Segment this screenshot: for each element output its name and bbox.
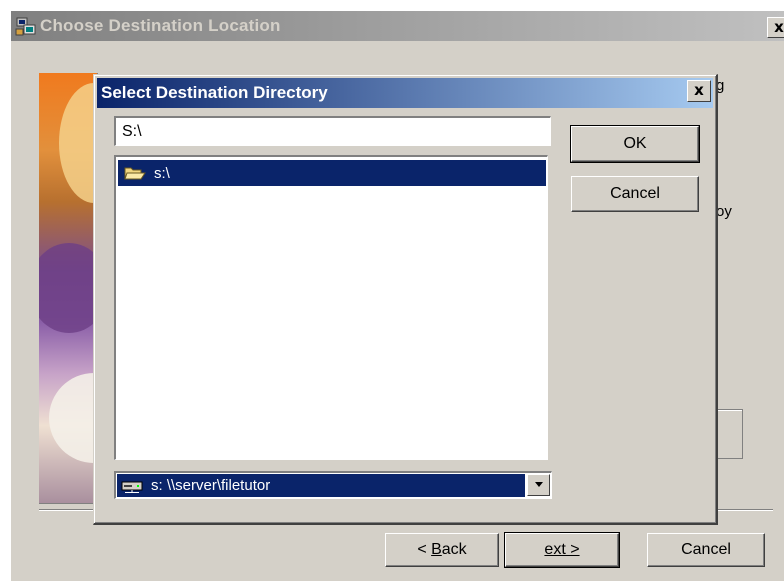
wizard-cancel-button[interactable]: Cancel bbox=[647, 533, 765, 567]
outer-window-title: Choose Destination Location bbox=[40, 16, 281, 35]
outer-close-button[interactable]: x bbox=[767, 17, 784, 38]
back-button[interactable]: < Back bbox=[385, 533, 499, 567]
dialog-cancel-label: Cancel bbox=[610, 185, 660, 202]
dialog-close-button[interactable]: x bbox=[687, 80, 711, 102]
directory-tree-list[interactable]: s:\ bbox=[114, 155, 548, 460]
network-drive-icon bbox=[121, 480, 143, 493]
dropdown-arrow-button[interactable] bbox=[527, 474, 550, 496]
drive-select[interactable]: s: \\server\filetutor bbox=[114, 471, 552, 499]
dialog-cancel-button[interactable]: Cancel bbox=[571, 176, 699, 212]
ok-button-label: OK bbox=[623, 135, 647, 152]
wizard-side-image bbox=[39, 73, 98, 504]
open-folder-icon bbox=[124, 165, 146, 181]
drive-selected-label: s: \\server\filetutor bbox=[151, 477, 271, 494]
back-button-label: < Back bbox=[417, 541, 467, 558]
wizard-cancel-label: Cancel bbox=[681, 541, 731, 558]
chevron-down-icon bbox=[534, 482, 543, 487]
outer-title-bar: Choose Destination Location bbox=[11, 11, 784, 41]
next-button-label: ext > bbox=[544, 541, 580, 558]
setup-app-icon bbox=[15, 15, 37, 37]
dialog-title-bar: Select Destination Directory bbox=[97, 78, 713, 108]
ok-button[interactable]: OK bbox=[570, 125, 700, 163]
obscured-text-fragment: oy bbox=[716, 203, 732, 220]
next-button[interactable]: ext > bbox=[504, 532, 620, 568]
select-destination-dialog: Select Destination Directory x s:\ bbox=[93, 74, 718, 525]
drive-selected-value[interactable]: s: \\server\filetutor bbox=[117, 474, 525, 497]
path-input[interactable] bbox=[114, 116, 551, 146]
directory-item-label: s:\ bbox=[154, 164, 170, 182]
dialog-title: Select Destination Directory bbox=[101, 83, 328, 102]
directory-item[interactable]: s:\ bbox=[118, 160, 546, 186]
